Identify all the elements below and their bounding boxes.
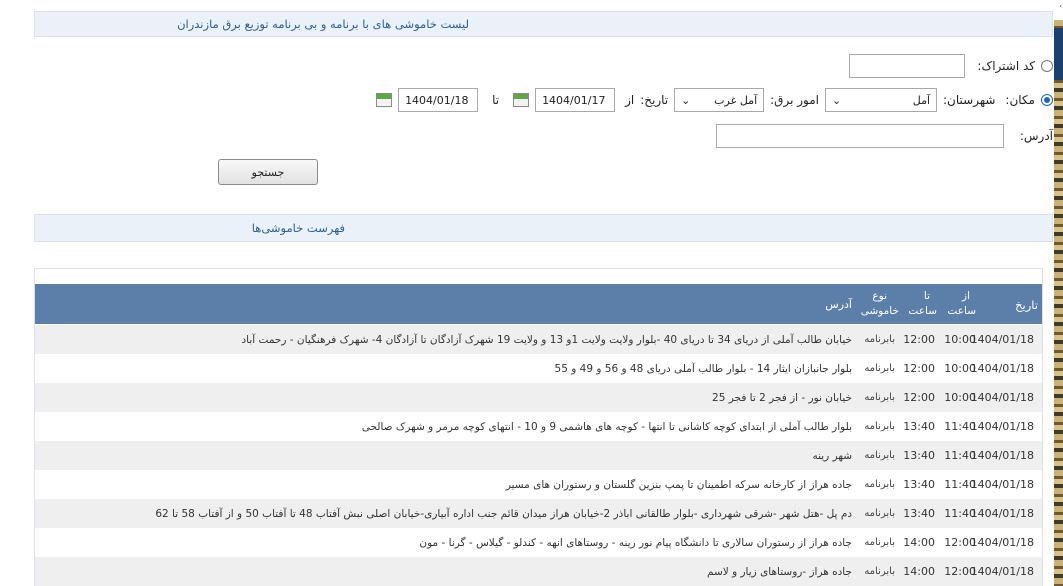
county-label: شهرستان:: [943, 93, 996, 107]
chevron-down-icon: ⌄: [832, 93, 842, 107]
table-row: 1404/01/18 11:40 13:40 بابرنامه جاده هراز از…: [35, 470, 1042, 499]
page-title: لیست خاموشی های با برنامه و بی برنامه تو…: [177, 17, 469, 31]
to-date-input[interactable]: 1404/01/18: [398, 88, 479, 112]
cell-outage-type: بابرنامه: [864, 479, 895, 490]
calendar-icon[interactable]: [376, 93, 393, 107]
to-label: تا: [492, 93, 500, 107]
col-from-bottom: ساعت: [947, 305, 976, 317]
table-row: 1404/01/18 12:00 14:00 بابرنامه جاده هراز -ر…: [35, 557, 1042, 586]
col-type-top: نوع: [872, 290, 887, 302]
subscription-code-row: کد اشتراک:: [849, 54, 1053, 78]
cell-date: 1404/01/18: [970, 391, 1034, 404]
cell-address: دم پل -هتل شهر -شرقی شهرداری -بلوار طالق…: [155, 507, 852, 520]
cell-to-time: 12:00: [903, 391, 935, 404]
location-row: مکان: شهرستان: آمل ⌄ امور برق: آمل غرب ⌄…: [376, 88, 1053, 112]
location-radio[interactable]: [1041, 94, 1053, 106]
cell-outage-type: بابرنامه: [864, 566, 895, 577]
table-row: 1404/01/18 11:40 13:40 بابرنامه شهر رینه: [35, 441, 1042, 470]
col-to-bottom: ساعت: [908, 305, 937, 317]
cell-from-time: 10:00: [944, 362, 976, 375]
cell-to-time: 14:00: [903, 565, 935, 578]
table-row: 1404/01/18 10:00 12:00 بابرنامه خیابان نور -…: [35, 383, 1042, 412]
background-window-accent: [1054, 28, 1063, 80]
cell-address: خیابان طالب آملی از دریای 34 تا دریای 40…: [241, 333, 852, 346]
cell-date: 1404/01/18: [970, 478, 1034, 491]
table-header: تاریخ از ساعت تا ساعت نوع خاموشی آدرس: [35, 284, 1042, 324]
cell-address: بلوار طالب آملی از ابتدای کوچه کاشانی تا…: [361, 420, 852, 433]
background-window-edge: [1054, 20, 1063, 586]
cell-date: 1404/01/18: [970, 420, 1034, 433]
affairs-select[interactable]: آمل غرب ⌄: [674, 88, 765, 112]
location-label: مکان:: [1005, 93, 1035, 107]
cell-to-time: 12:00: [903, 362, 935, 375]
cell-from-time: 12:00: [944, 565, 976, 578]
cell-date: 1404/01/18: [970, 449, 1034, 462]
chevron-down-icon: ⌄: [681, 93, 691, 107]
from-label: از: [625, 93, 635, 107]
table-row: 1404/01/18 11:40 13:40 بابرنامه دم پل -هتل ش…: [35, 499, 1042, 528]
cell-outage-type: بابرنامه: [864, 508, 895, 519]
results-title: فهرست خاموشی‌ها: [251, 221, 345, 235]
address-input[interactable]: [715, 124, 1004, 148]
page: ، لیست خاموشی های با برنامه و بی برنامه …: [0, 0, 1063, 586]
from-date-input[interactable]: 1404/01/17: [535, 88, 616, 112]
outage-list-header: لیست خاموشی های با برنامه و بی برنامه تو…: [34, 11, 1053, 37]
subscription-code-label: کد اشتراک:: [977, 59, 1035, 73]
table-row: 1404/01/18 12:00 14:00 بابرنامه جاده هراز از…: [35, 528, 1042, 557]
cell-to-time: 13:40: [903, 420, 935, 433]
cell-to-time: 13:40: [903, 478, 935, 491]
cell-address: شهر رینه: [812, 449, 852, 462]
col-type-bottom: خاموشی: [860, 305, 899, 317]
cell-outage-type: بابرنامه: [864, 392, 895, 403]
cell-to-time: 13:40: [903, 507, 935, 520]
cell-from-time: 10:00: [944, 333, 976, 346]
col-to-top: تا: [923, 290, 930, 302]
county-select-value: آمل: [912, 93, 931, 107]
cell-from-time: 11:40: [944, 478, 976, 491]
cell-to-time: 12:00: [903, 333, 935, 346]
cell-from-time: 12:00: [944, 536, 976, 549]
cell-outage-type: بابرنامه: [864, 421, 895, 432]
cell-from-time: 11:40: [944, 420, 976, 433]
results-header: فهرست خاموشی‌ها: [34, 214, 1053, 242]
subscription-code-input[interactable]: [849, 54, 966, 78]
calendar-icon[interactable]: [513, 93, 530, 107]
cell-address: بلوار جانبازان ایثار 14 - بلوار طالب آمل…: [554, 362, 852, 375]
col-address: آدرس: [825, 298, 852, 311]
cell-address: جاده هراز از رستوران سالاری تا دانشگاه پ…: [419, 536, 852, 549]
search-form: کد اشتراک: مکان: شهرستان: آمل ⌄ امور برق…: [34, 42, 1053, 202]
search-button[interactable]: جستجو: [218, 159, 318, 185]
outage-table: تاریخ از ساعت تا ساعت نوع خاموشی آدرس 14…: [34, 268, 1043, 586]
date-label: تاریخ:: [640, 93, 669, 107]
cell-from-time: 11:40: [944, 449, 976, 462]
cell-address: جاده هراز از کارخانه سرکه اطمینان تا پمپ…: [505, 478, 852, 491]
table-row: 1404/01/18 10:00 12:00 بابرنامه خیابان طالب …: [35, 325, 1042, 354]
subscription-code-radio[interactable]: [1041, 60, 1053, 72]
cell-date: 1404/01/18: [970, 536, 1034, 549]
affairs-select-value: آمل غرب: [714, 93, 758, 107]
cell-date: 1404/01/18: [970, 362, 1034, 375]
cell-to-time: 14:00: [903, 536, 935, 549]
col-from-top: از: [962, 290, 970, 302]
col-date: تاریخ: [1015, 298, 1038, 312]
table-row: 1404/01/18 11:40 13:40 بابرنامه بلوار طالب آ…: [35, 412, 1042, 441]
cell-to-time: 13:40: [903, 449, 935, 462]
cell-outage-type: بابرنامه: [864, 537, 895, 548]
table-row: 1404/01/18 10:00 12:00 بابرنامه بلوار جانباز…: [35, 354, 1042, 383]
cell-outage-type: بابرنامه: [864, 334, 895, 345]
cell-date: 1404/01/18: [970, 565, 1034, 578]
cell-from-time: 10:00: [944, 391, 976, 404]
address-row: آدرس:: [715, 124, 1053, 148]
cell-from-time: 11:40: [944, 507, 976, 520]
cell-date: 1404/01/18: [970, 507, 1034, 520]
affairs-label: امور برق:: [770, 93, 820, 107]
edge-glyph: ،: [1059, 0, 1062, 10]
cell-address: خیابان نور - از فجر 2 تا فجر 25: [712, 391, 852, 404]
cell-address: جاده هراز -روستاهای زیار و لاسم: [706, 565, 852, 578]
cell-outage-type: بابرنامه: [864, 363, 895, 374]
county-select[interactable]: آمل ⌄: [825, 88, 938, 112]
address-label: آدرس:: [1019, 129, 1053, 143]
cell-date: 1404/01/18: [970, 333, 1034, 346]
cell-outage-type: بابرنامه: [864, 450, 895, 461]
